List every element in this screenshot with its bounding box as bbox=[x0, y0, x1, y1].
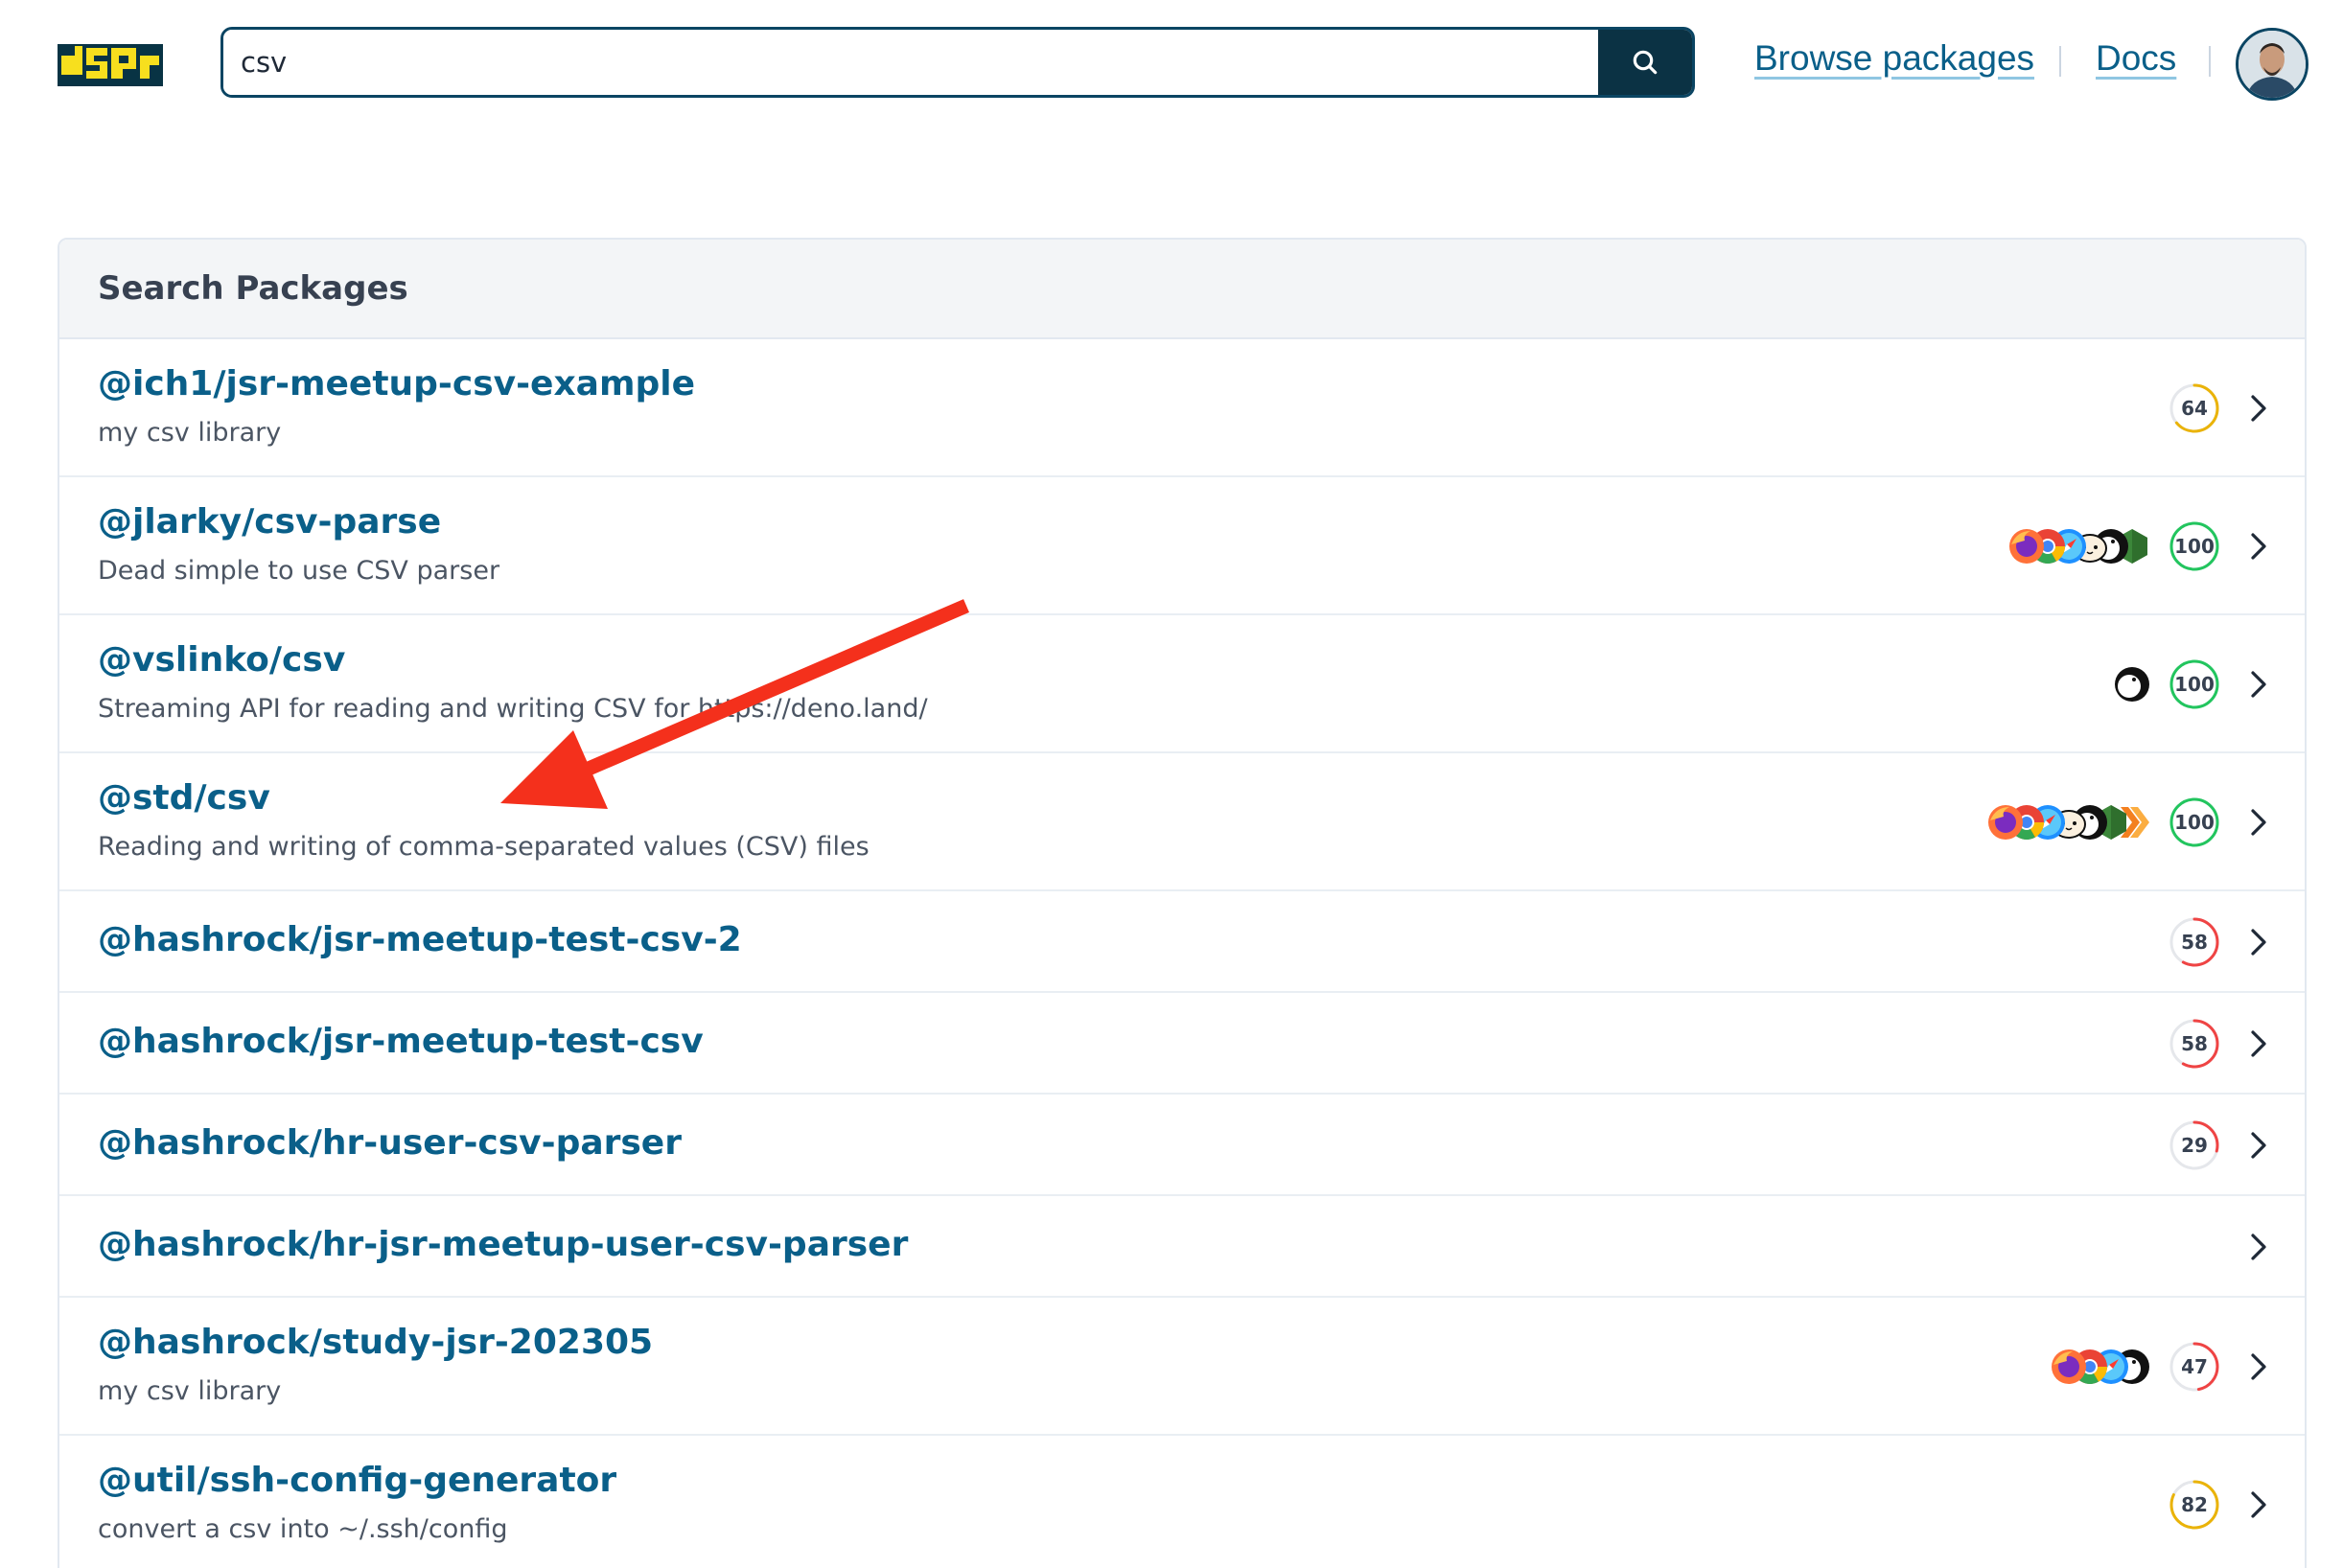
search-button[interactable] bbox=[1598, 30, 1692, 95]
package-row[interactable]: @hashrock/hr-user-csv-parser 29 bbox=[59, 1095, 2305, 1196]
package-row[interactable]: @vslinko/csv Streaming API for reading an… bbox=[59, 615, 2305, 753]
chevron-right-icon[interactable] bbox=[2245, 1228, 2272, 1266]
chevron-right-icon[interactable] bbox=[2245, 923, 2272, 961]
package-name-link[interactable]: @hashrock/jsr-meetup-test-csv bbox=[98, 1022, 704, 1061]
firefox-icon bbox=[2007, 527, 2046, 565]
panel-header: Search Packages bbox=[59, 240, 2305, 339]
score-value: 100 bbox=[2174, 535, 2215, 558]
chevron-right-icon[interactable] bbox=[2245, 1348, 2272, 1386]
package-name-link[interactable]: @util/ssh-config-generator bbox=[98, 1461, 616, 1500]
package-description: Dead simple to use CSV parser bbox=[98, 556, 500, 586]
firefox-icon bbox=[2050, 1348, 2088, 1386]
site-header: Browse packages Docs bbox=[0, 0, 2343, 125]
nav-docs[interactable]: Docs bbox=[2096, 38, 2176, 79]
package-row[interactable]: @jlarky/csv-parse Dead simple to use CSV … bbox=[59, 477, 2305, 615]
score-value: 29 bbox=[2181, 1134, 2208, 1157]
chevron-right-icon[interactable] bbox=[2245, 803, 2272, 842]
package-name-link[interactable]: @jlarky/csv-parse bbox=[98, 502, 441, 542]
runtime-compat bbox=[2007, 527, 2151, 565]
package-name-link[interactable]: @ich1/jsr-meetup-csv-example bbox=[98, 364, 695, 404]
package-list: @ich1/jsr-meetup-csv-example my csv libra… bbox=[59, 339, 2305, 1568]
score-value: 58 bbox=[2181, 931, 2208, 954]
chevron-right-icon[interactable] bbox=[2245, 1126, 2272, 1164]
package-name-link[interactable]: @vslinko/csv bbox=[98, 640, 345, 680]
panel-title: Search Packages bbox=[98, 269, 408, 308]
package-name-link[interactable]: @hashrock/hr-user-csv-parser bbox=[98, 1123, 682, 1163]
package-row[interactable]: @hashrock/study-jsr-202305 my csv library… bbox=[59, 1298, 2305, 1436]
score-value: 82 bbox=[2181, 1493, 2208, 1516]
avatar-image bbox=[2239, 31, 2306, 98]
search-icon bbox=[1633, 50, 1658, 75]
score-badge: 100 bbox=[2169, 520, 2220, 572]
search-input[interactable] bbox=[223, 30, 1598, 95]
search-results-panel: Search Packages @ich1/jsr-meetup-csv-exa… bbox=[58, 238, 2307, 1568]
score-value: 47 bbox=[2181, 1355, 2208, 1378]
runtime-compat bbox=[2050, 1348, 2151, 1386]
chevron-right-icon[interactable] bbox=[2245, 1025, 2272, 1063]
chevron-right-icon[interactable] bbox=[2245, 527, 2272, 565]
score-value: 58 bbox=[2181, 1032, 2208, 1055]
chevron-right-icon[interactable] bbox=[2245, 665, 2272, 703]
package-row[interactable]: @hashrock/hr-jsr-meetup-user-csv-parser bbox=[59, 1196, 2305, 1298]
score-badge: 29 bbox=[2169, 1119, 2220, 1171]
deno-icon bbox=[2113, 665, 2151, 703]
package-row[interactable]: @std/csv Reading and writing of comma-sep… bbox=[59, 753, 2305, 891]
score-value: 100 bbox=[2174, 811, 2215, 834]
package-row[interactable]: @hashrock/jsr-meetup-test-csv-2 58 bbox=[59, 891, 2305, 993]
package-description: Reading and writing of comma-separated v… bbox=[98, 832, 870, 862]
package-row[interactable]: @util/ssh-config-generator convert a csv … bbox=[59, 1436, 2305, 1568]
package-description: my csv library bbox=[98, 418, 282, 448]
package-description: convert a csv into ~/.ssh/config bbox=[98, 1514, 508, 1544]
package-description: Streaming API for reading and writing CS… bbox=[98, 694, 928, 724]
firefox-icon bbox=[1986, 803, 2025, 842]
user-avatar[interactable] bbox=[2236, 28, 2308, 101]
score-badge: 58 bbox=[2169, 1018, 2220, 1070]
chevron-right-icon[interactable] bbox=[2245, 389, 2272, 427]
score-badge: 47 bbox=[2169, 1341, 2220, 1393]
package-name-link[interactable]: @hashrock/jsr-meetup-test-csv-2 bbox=[98, 920, 742, 959]
score-badge: 64 bbox=[2169, 382, 2220, 434]
score-value: 64 bbox=[2181, 397, 2208, 420]
nav-browse-packages[interactable]: Browse packages bbox=[1754, 38, 2034, 79]
package-name-link[interactable]: @std/csv bbox=[98, 778, 270, 818]
nav-divider bbox=[2059, 46, 2061, 77]
score-badge: 100 bbox=[2169, 658, 2220, 710]
package-name-link[interactable]: @hashrock/study-jsr-202305 bbox=[98, 1323, 653, 1362]
chevron-right-icon[interactable] bbox=[2245, 1486, 2272, 1524]
package-description: my csv library bbox=[98, 1376, 282, 1406]
nav-divider bbox=[2209, 46, 2211, 77]
score-value: 100 bbox=[2174, 673, 2215, 696]
score-badge: 82 bbox=[2169, 1479, 2220, 1531]
package-row[interactable]: @hashrock/jsr-meetup-test-csv 58 bbox=[59, 993, 2305, 1095]
score-badge: 100 bbox=[2169, 796, 2220, 848]
runtime-compat bbox=[1986, 803, 2151, 842]
runtime-compat bbox=[2113, 665, 2151, 703]
search-bar bbox=[220, 27, 1695, 98]
package-row[interactable]: @ich1/jsr-meetup-csv-example my csv libra… bbox=[59, 339, 2305, 477]
score-badge: 58 bbox=[2169, 916, 2220, 968]
jsr-logo-icon[interactable] bbox=[58, 38, 163, 92]
package-name-link[interactable]: @hashrock/hr-jsr-meetup-user-csv-parser bbox=[98, 1225, 908, 1264]
